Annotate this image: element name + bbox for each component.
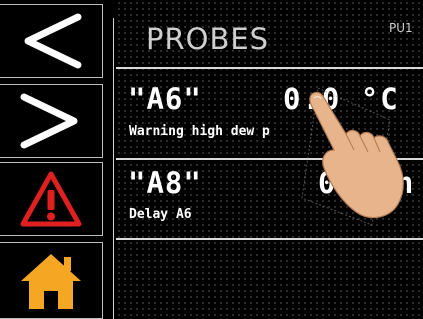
previous-button[interactable] bbox=[0, 4, 103, 78]
unit-code: PU1 bbox=[389, 21, 413, 35]
sidebar-divider bbox=[113, 18, 114, 319]
home-button[interactable] bbox=[0, 242, 103, 319]
chevron-left-icon bbox=[24, 13, 82, 69]
home-icon bbox=[21, 253, 81, 309]
page-title: PROBES bbox=[146, 22, 270, 56]
probe-name: "A6" bbox=[128, 82, 202, 116]
probe-name: "A8" bbox=[128, 166, 202, 200]
chevron-right-icon bbox=[20, 93, 78, 149]
touch-hand-icon bbox=[301, 87, 404, 226]
header-divider bbox=[116, 67, 423, 69]
sidebar bbox=[0, 0, 107, 319]
probe-status: Delay A6 bbox=[129, 207, 192, 222]
probe-status: Warning high dew p bbox=[129, 124, 270, 139]
alarm-warning-icon bbox=[20, 171, 82, 227]
next-button[interactable] bbox=[0, 84, 103, 158]
row-divider bbox=[116, 238, 423, 240]
alarms-button[interactable] bbox=[0, 162, 103, 236]
